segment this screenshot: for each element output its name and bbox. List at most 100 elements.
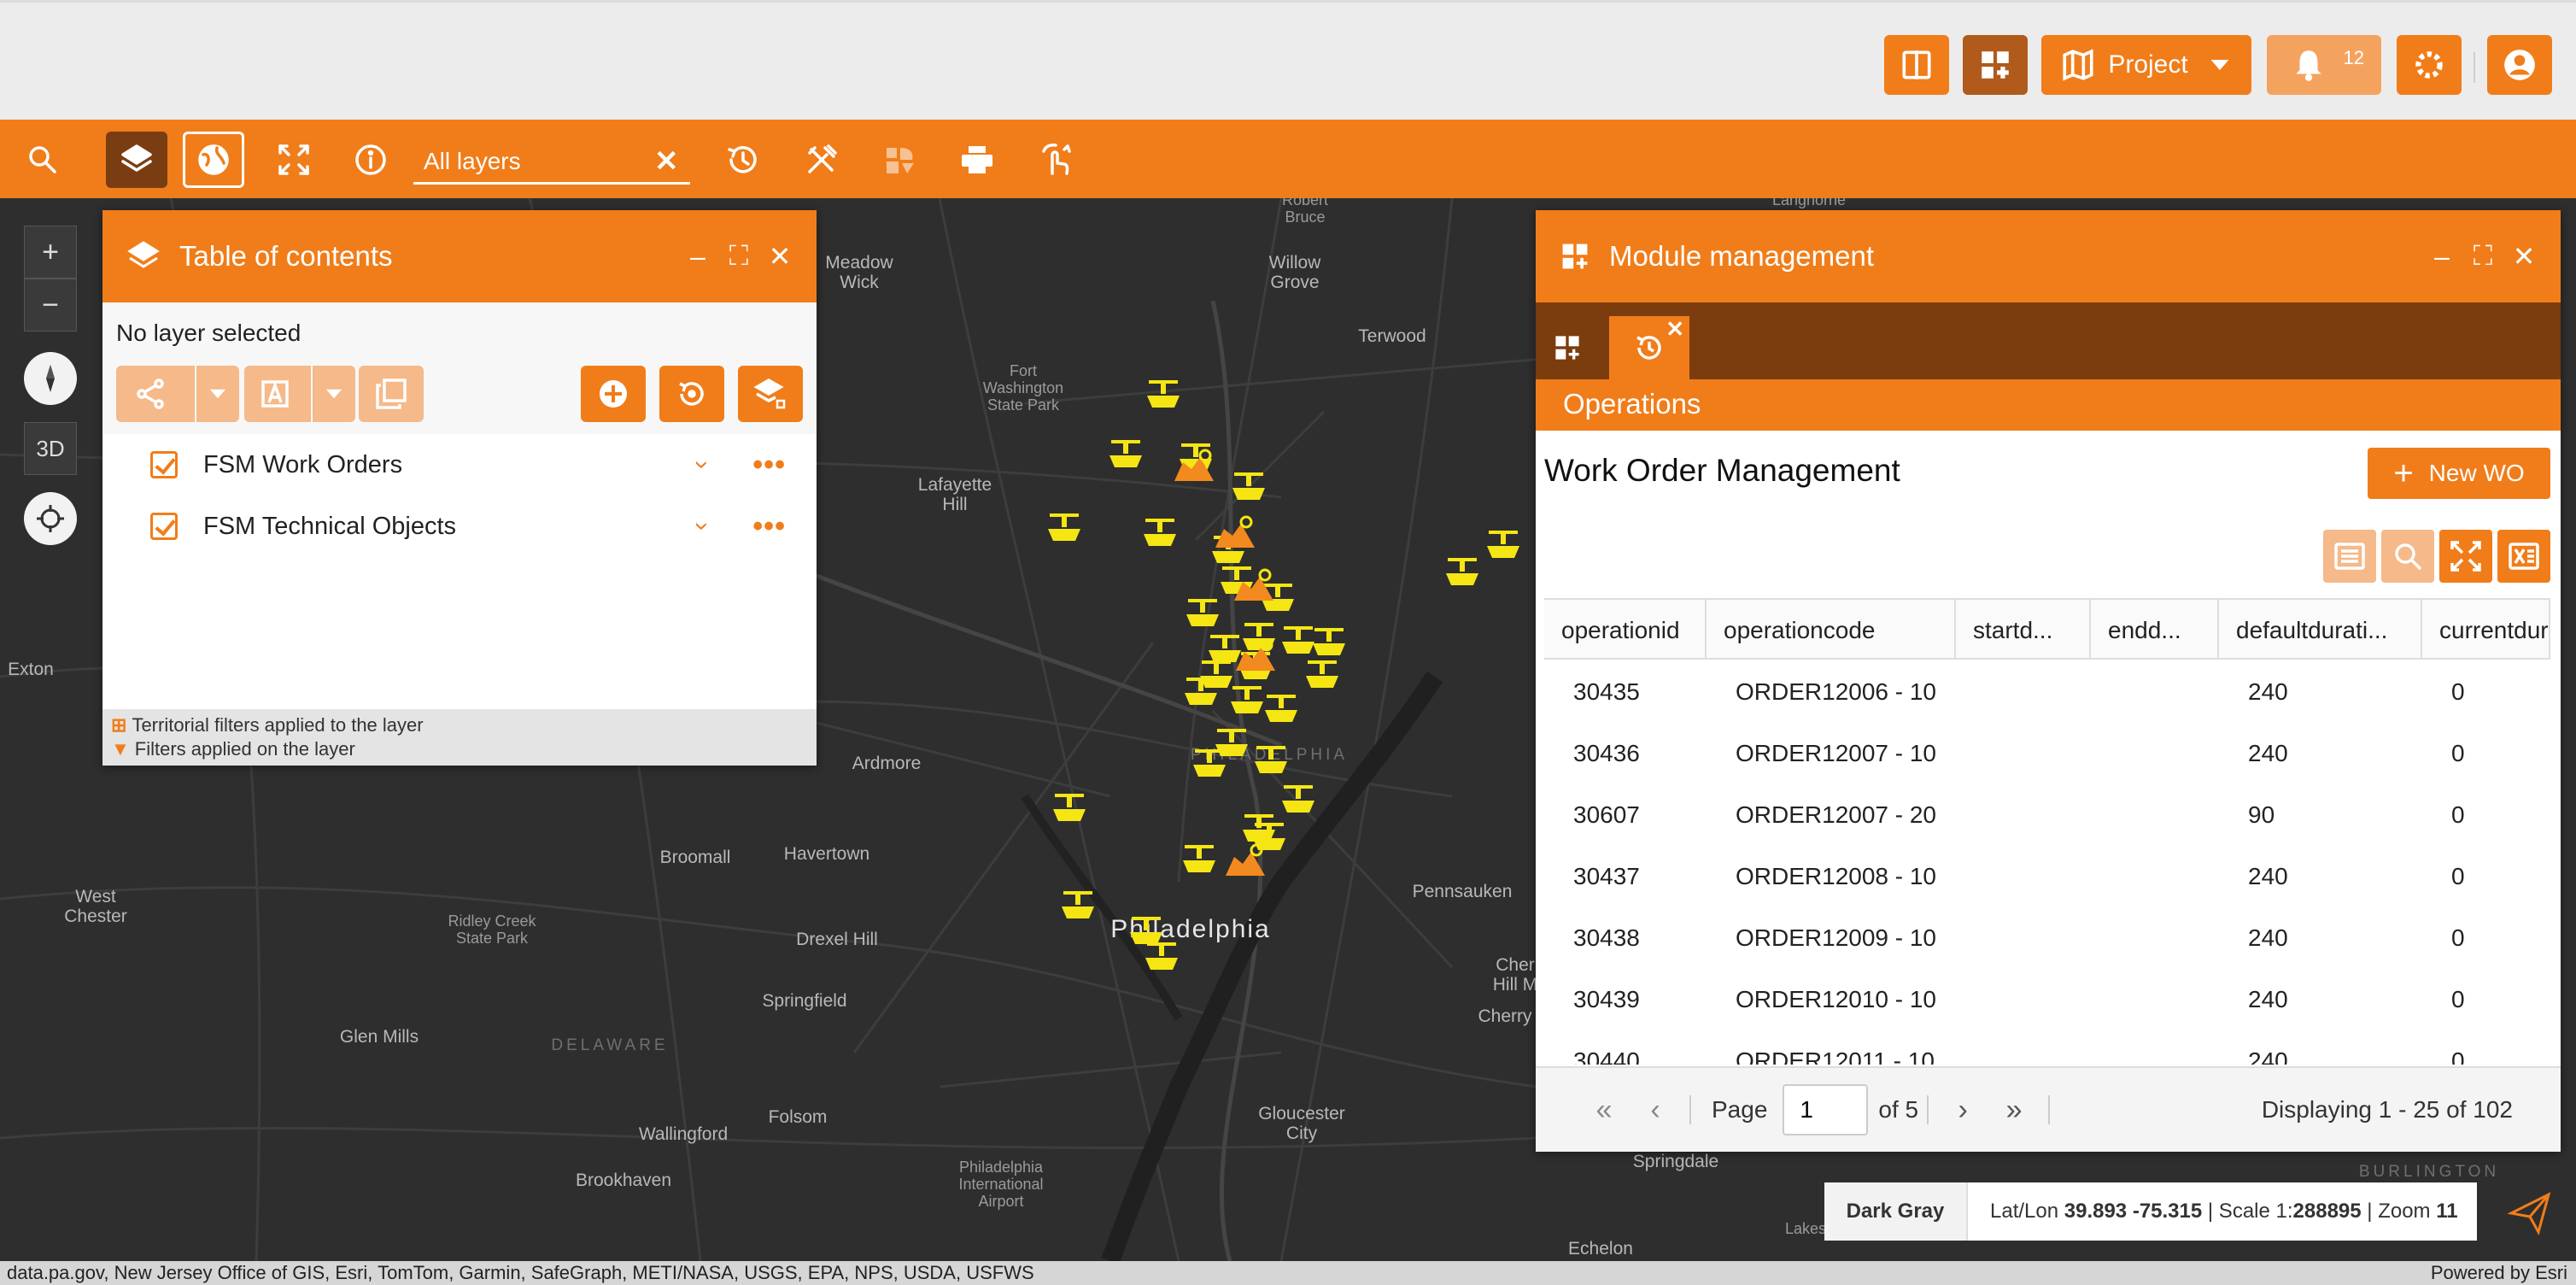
new-wo-button[interactable]: + New WO bbox=[2368, 448, 2550, 499]
label-layer-button[interactable] bbox=[244, 366, 355, 422]
work-order-marker[interactable] bbox=[1144, 377, 1183, 416]
table-row[interactable]: 30439 ORDER12010 - 10 240 0 bbox=[1544, 967, 2550, 1029]
more-options-icon[interactable]: ••• bbox=[752, 510, 786, 543]
maximize-icon[interactable]: ⛶ bbox=[2470, 240, 2496, 273]
minimize-icon[interactable]: – bbox=[2429, 241, 2455, 273]
send-icon[interactable] bbox=[2504, 1188, 2556, 1239]
list-view-button[interactable] bbox=[2323, 530, 2376, 583]
basemap-selector[interactable]: Dark Gray bbox=[1824, 1182, 1968, 1241]
work-order-marker[interactable] bbox=[1058, 888, 1098, 927]
work-order-marker[interactable] bbox=[1140, 515, 1180, 554]
search-button[interactable] bbox=[12, 132, 73, 188]
layer-item[interactable]: FSM Technical Objects › ••• bbox=[102, 496, 817, 557]
chevron-down-icon[interactable]: › bbox=[688, 452, 717, 478]
work-order-marker[interactable] bbox=[1229, 469, 1268, 508]
close-icon[interactable]: ✕ bbox=[767, 240, 793, 273]
layer-item[interactable]: FSM Work Orders › ••• bbox=[102, 434, 817, 496]
column-header[interactable]: endd... bbox=[2091, 600, 2219, 658]
close-icon[interactable]: ✕ bbox=[2511, 240, 2537, 273]
table-row[interactable]: 30607 ORDER12007 - 20 90 0 bbox=[1544, 783, 2550, 844]
basemap-button[interactable] bbox=[183, 132, 244, 188]
chevron-down-icon[interactable] bbox=[195, 366, 239, 422]
technical-object-marker[interactable] bbox=[1231, 566, 1277, 606]
column-header[interactable]: startd... bbox=[1956, 600, 2091, 658]
work-order-marker[interactable] bbox=[1142, 939, 1181, 978]
split-view-button[interactable] bbox=[1884, 35, 1949, 95]
view-3d-button[interactable]: 3D bbox=[24, 422, 77, 475]
first-page-icon[interactable]: « bbox=[1578, 1094, 1630, 1127]
zoom-in-button[interactable]: + bbox=[24, 226, 77, 279]
work-order-marker[interactable] bbox=[1050, 790, 1089, 830]
copy-layer-button[interactable] bbox=[359, 366, 424, 422]
table-row[interactable]: 30440 ORDER12011 - 10 240 0 bbox=[1544, 1029, 2550, 1065]
expand-grid-button[interactable] bbox=[2439, 530, 2492, 583]
work-order-marker[interactable] bbox=[1106, 437, 1145, 476]
layer-visibility-checkbox[interactable] bbox=[150, 513, 178, 540]
settings-button[interactable] bbox=[2397, 35, 2462, 95]
technical-object-marker[interactable] bbox=[1222, 842, 1268, 881]
maximize-icon[interactable]: ⛶ bbox=[726, 240, 752, 273]
share-layer-button[interactable] bbox=[116, 366, 239, 422]
work-order-marker[interactable] bbox=[1251, 742, 1291, 782]
add-layer-button[interactable] bbox=[581, 366, 646, 422]
layer-search-field[interactable]: ✕ bbox=[413, 140, 690, 185]
work-order-marker[interactable] bbox=[1443, 554, 1482, 594]
clear-search-icon[interactable]: ✕ bbox=[654, 144, 679, 179]
technical-object-marker[interactable] bbox=[1171, 447, 1217, 486]
next-page-icon[interactable]: › bbox=[1937, 1094, 1988, 1127]
work-order-marker[interactable] bbox=[1180, 842, 1219, 881]
table-row[interactable]: 30436 ORDER12007 - 10 240 0 bbox=[1544, 721, 2550, 783]
page-number-input[interactable] bbox=[1783, 1084, 1869, 1135]
layer-settings-button[interactable] bbox=[738, 366, 803, 422]
column-header[interactable]: currentdur bbox=[2422, 600, 2550, 658]
more-options-icon[interactable]: ••• bbox=[752, 449, 786, 482]
work-order-marker[interactable] bbox=[1190, 746, 1229, 785]
table-row[interactable]: 30438 ORDER12009 - 10 240 0 bbox=[1544, 906, 2550, 967]
locate-button[interactable] bbox=[24, 492, 77, 545]
compass-button[interactable] bbox=[24, 352, 77, 405]
tools-button[interactable] bbox=[791, 132, 852, 188]
zoom-to-button[interactable] bbox=[2381, 530, 2434, 583]
notifications-button[interactable]: 12 bbox=[2267, 35, 2381, 95]
work-order-marker[interactable] bbox=[1279, 782, 1318, 821]
table-row[interactable]: 30437 ORDER12008 - 10 240 0 bbox=[1544, 844, 2550, 906]
layers-button[interactable] bbox=[106, 132, 167, 188]
print-button[interactable] bbox=[946, 132, 1008, 188]
work-order-marker[interactable] bbox=[1262, 691, 1301, 731]
tools-icon bbox=[808, 144, 837, 173]
history-button[interactable] bbox=[712, 132, 774, 188]
refresh-layers-button[interactable] bbox=[659, 366, 724, 422]
layer-search-input[interactable] bbox=[413, 147, 644, 175]
touch-button[interactable] bbox=[1025, 132, 1086, 188]
close-tab-icon[interactable]: ✕ bbox=[1666, 316, 1684, 343]
work-order-marker[interactable] bbox=[1484, 527, 1523, 566]
analysis-button[interactable] bbox=[869, 132, 931, 188]
work-order-marker[interactable] bbox=[1045, 510, 1084, 549]
fullscreen-button[interactable] bbox=[263, 132, 325, 188]
table-row[interactable]: 30435 ORDER12006 - 10 240 0 bbox=[1544, 660, 2550, 721]
work-order-marker[interactable] bbox=[1303, 657, 1342, 696]
previous-page-icon[interactable]: ‹ bbox=[1630, 1094, 1681, 1127]
project-dropdown[interactable]: Project bbox=[2041, 35, 2251, 95]
work-order-marker[interactable] bbox=[1183, 596, 1222, 635]
add-widget-button[interactable] bbox=[1963, 35, 2028, 95]
column-header[interactable]: operationid bbox=[1544, 600, 1707, 658]
column-header[interactable]: defaultdurati... bbox=[2219, 600, 2422, 658]
tab-modules[interactable] bbox=[1536, 316, 1599, 379]
chevron-down-icon[interactable]: › bbox=[688, 513, 717, 539]
info-button[interactable] bbox=[340, 132, 401, 188]
zoom-out-button[interactable]: − bbox=[24, 279, 77, 332]
layer-visibility-checkbox[interactable] bbox=[150, 451, 178, 478]
last-page-icon[interactable]: » bbox=[1988, 1094, 2040, 1127]
minimize-icon[interactable]: – bbox=[685, 241, 711, 273]
chevron-down-icon[interactable] bbox=[311, 366, 355, 422]
powered-by[interactable]: Powered by Esri bbox=[2431, 1261, 2567, 1285]
column-header[interactable]: operationcode bbox=[1707, 600, 1956, 658]
export-excel-button[interactable] bbox=[2497, 530, 2550, 583]
technical-object-marker[interactable] bbox=[1212, 513, 1258, 553]
user-menu-button[interactable] bbox=[2487, 35, 2552, 95]
work-order-marker[interactable] bbox=[1181, 674, 1221, 713]
technical-object-marker[interactable] bbox=[1232, 637, 1279, 676]
territorial-filter-icon: ⊞ bbox=[111, 714, 127, 736]
tab-operations[interactable]: ✕ bbox=[1609, 316, 1689, 379]
